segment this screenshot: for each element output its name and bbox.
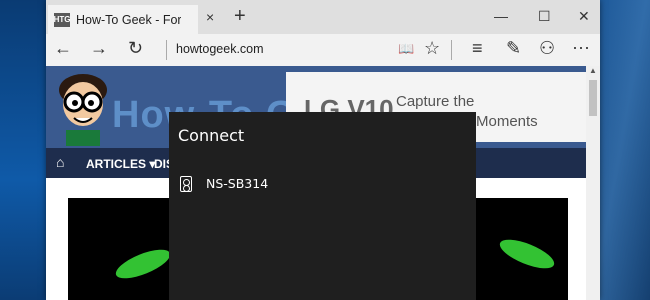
nav-articles[interactable]: ARTICLES ▾ <box>86 157 155 171</box>
device-list-item[interactable]: NS-SB314 <box>169 168 476 200</box>
home-icon[interactable]: ⌂ <box>56 154 64 170</box>
hub-icon[interactable]: ≡ <box>472 38 483 59</box>
back-icon[interactable]: ← <box>54 38 72 59</box>
new-tab-icon[interactable]: + <box>234 5 246 28</box>
forward-icon[interactable]: → <box>90 38 108 59</box>
refresh-icon[interactable]: ↻ <box>128 38 143 59</box>
web-note-icon[interactable]: ✎ <box>506 38 521 59</box>
close-tab-icon[interactable]: × <box>206 9 214 25</box>
favorite-star-icon[interactable]: ☆ <box>424 38 440 59</box>
browser-tab[interactable]: HTG How-To Geek - For Geeks <box>48 5 198 34</box>
page-scrollbar[interactable]: ▲ <box>586 66 600 300</box>
close-window-icon[interactable]: ✕ <box>578 8 590 25</box>
green-led-right <box>496 233 558 275</box>
desktop-light-left <box>0 0 46 300</box>
reading-view-icon[interactable]: 📖 <box>398 41 414 57</box>
toolbar-divider <box>451 40 452 60</box>
tab-title: How-To Geek - For Geeks <box>76 12 181 27</box>
ad-text-line-2: Moments <box>476 113 538 130</box>
connect-panel: Connect NS-SB314 <box>169 112 476 300</box>
connect-title: Connect <box>178 126 245 145</box>
share-icon[interactable]: ⚇ <box>539 38 555 59</box>
scrollbar-thumb[interactable] <box>589 80 597 116</box>
address-bar[interactable]: howtogeek.com <box>176 42 264 56</box>
address-divider <box>166 40 167 60</box>
ad-text-line-1: Capture the <box>396 93 475 110</box>
site-favicon: HTG <box>54 12 70 27</box>
green-led-left <box>112 243 174 285</box>
geek-mascot-icon <box>59 74 107 146</box>
more-icon[interactable]: ··· <box>572 37 590 58</box>
minimize-icon[interactable]: — <box>494 8 508 24</box>
navigation-toolbar: ← → ↻ howtogeek.com 📖 ☆ ≡ ✎ ⚇ ··· <box>46 34 600 67</box>
maximize-icon[interactable]: ☐ <box>538 8 551 25</box>
device-name: NS-SB314 <box>206 176 269 191</box>
scroll-up-icon[interactable]: ▲ <box>586 66 600 80</box>
speaker-icon <box>180 176 192 192</box>
title-bar: HTG How-To Geek - For Geeks × + — ☐ ✕ <box>46 0 600 34</box>
